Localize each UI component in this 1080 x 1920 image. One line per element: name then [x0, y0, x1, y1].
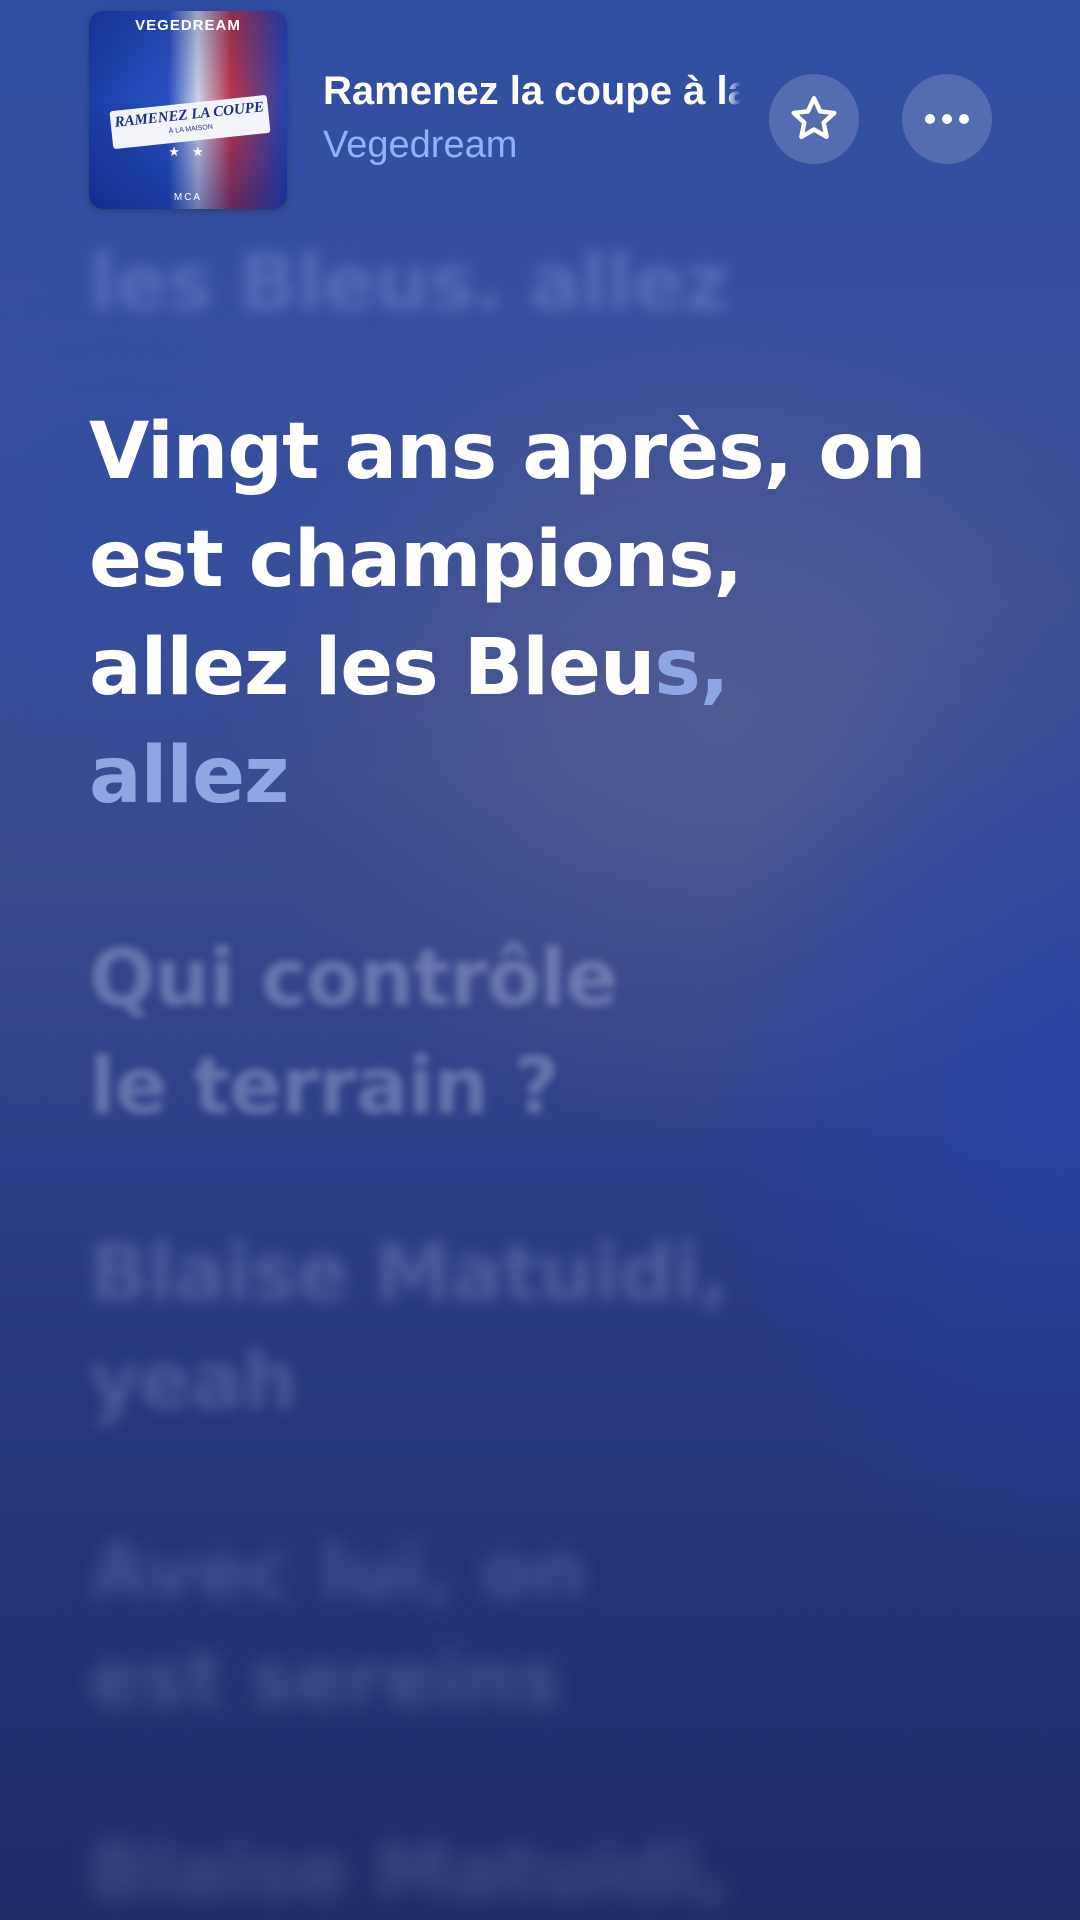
now-playing-header: VEGEDREAM RAMENEZ LA COUPE À LA MAISON ★…	[0, 0, 1080, 220]
more-options-button[interactable]	[902, 74, 992, 164]
favorite-button[interactable]	[769, 74, 859, 164]
lyrics-view[interactable]: les Bleus, allez Vingt ans après, on est…	[0, 0, 1080, 1920]
lyric-line-upcoming[interactable]: Qui contrôle le terrain ?	[89, 925, 989, 1141]
lyric-line-active[interactable]: Vingt ans après, on est champions, allez…	[89, 398, 989, 830]
lyric-line-previous[interactable]: les Bleus, allez	[89, 230, 989, 310]
artwork-label-logos: MCA	[173, 192, 203, 203]
track-artist[interactable]: Vegedream	[323, 121, 517, 169]
album-artwork[interactable]: VEGEDREAM RAMENEZ LA COUPE À LA MAISON ★…	[89, 11, 287, 209]
ellipsis-icon	[925, 114, 969, 124]
track-title[interactable]: Ramenez la coupe à la maison	[323, 66, 741, 116]
artwork-stars: ★ ★	[168, 145, 208, 160]
lyric-line-upcoming[interactable]: Avec lui, on est sereins	[89, 1518, 989, 1734]
lyric-line-upcoming[interactable]: Blaise Matuidi, yeah	[89, 1220, 989, 1436]
lyric-sung-part: Vingt ans après, on est champions, allez…	[89, 407, 926, 713]
lyric-line-upcoming[interactable]: Blaise Matuidi,	[89, 1818, 989, 1920]
star-outline-icon	[791, 96, 837, 140]
artwork-artist-text: VEGEDREAM	[135, 17, 241, 34]
